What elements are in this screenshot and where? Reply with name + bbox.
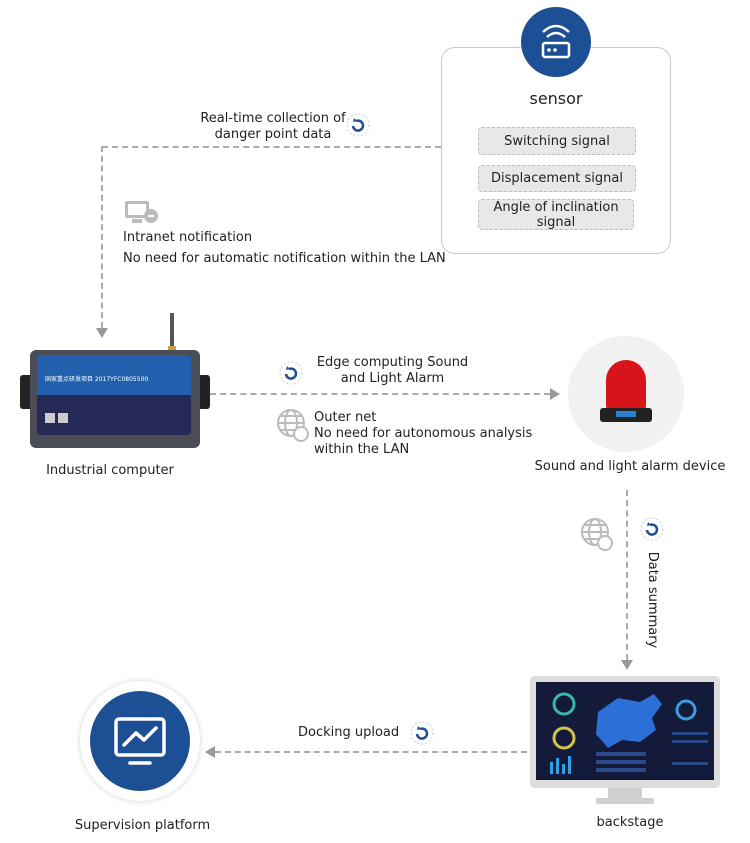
backstage-label: backstage xyxy=(596,815,664,830)
globe-icon xyxy=(581,518,613,551)
arrow-down-icon xyxy=(621,660,633,670)
outer-net-text: Outer net No need for autonomous analysis… xyxy=(314,410,533,457)
refresh-icon xyxy=(346,113,370,137)
refresh-icon xyxy=(410,721,434,745)
refresh-icon xyxy=(640,517,664,541)
connector-line xyxy=(102,146,441,148)
signal-pill: Switching signal xyxy=(478,127,636,155)
backstage-monitor-image xyxy=(530,676,720,806)
diagram: sensor Switching signal Displacement sig… xyxy=(0,0,750,843)
industrial-computer-image: 国家重点研发项目 2017YFC0805500 xyxy=(20,313,210,453)
alarm-label: Sound and light alarm device xyxy=(534,459,726,474)
signal-pill: Displacement signal xyxy=(478,165,636,192)
chart-monitor-icon xyxy=(90,691,190,791)
supervision-platform-label: Supervision platform xyxy=(74,818,211,833)
edge-text: Edge computing Sound and Light Alarm xyxy=(316,355,469,386)
intranet-desc: No need for automatic notification withi… xyxy=(123,251,446,266)
industrial-computer-label: Industrial computer xyxy=(46,463,174,478)
data-summary-label: Data summary xyxy=(645,551,660,649)
connector-line xyxy=(626,490,628,660)
device-label: 国家重点研发项目 2017YFC0805500 xyxy=(45,376,149,383)
monitor-notification-icon xyxy=(125,201,158,223)
arrow-right-icon xyxy=(550,388,560,400)
connector-line xyxy=(101,146,103,328)
refresh-icon xyxy=(279,361,303,385)
connector-line xyxy=(210,393,550,395)
router-icon xyxy=(521,7,591,77)
globe-icon xyxy=(277,409,309,442)
sensor-box: sensor Switching signal Displacement sig… xyxy=(441,47,671,254)
supervision-platform-node xyxy=(80,681,200,801)
signal-pill: Angle of inclination signal xyxy=(478,199,634,230)
docking-upload-label: Docking upload xyxy=(298,725,400,740)
intranet-title: Intranet notification xyxy=(123,230,253,245)
arrow-left-icon xyxy=(205,746,215,758)
collection-text: Real-time collection of danger point data xyxy=(200,111,346,142)
sensor-title: sensor xyxy=(529,89,583,108)
connector-line xyxy=(215,751,527,753)
alarm-device-image xyxy=(568,336,684,452)
